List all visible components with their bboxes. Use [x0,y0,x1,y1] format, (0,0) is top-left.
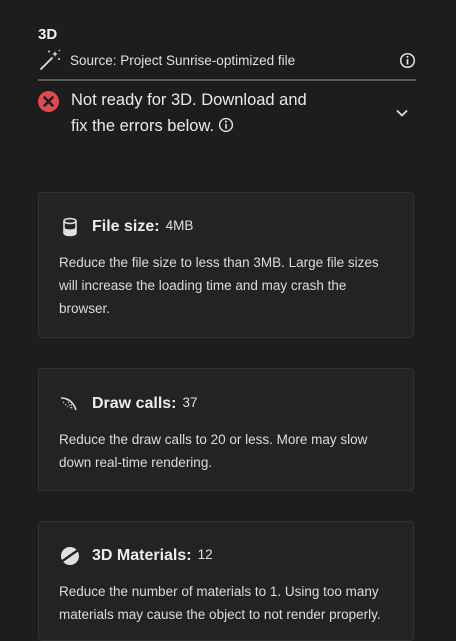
file-size-card: File size: 4MB Reduce the file size to l… [38,192,414,338]
source-label: Source: Project Sunrise-optimized file [70,52,296,68]
materials-card: 3D Materials: 12 Reduce the number of ma… [38,521,414,641]
draw-calls-icon [60,397,77,411]
error-icon [38,91,59,112]
card-value: 12 [197,546,213,562]
status-line-2: fix the errors below. [71,117,215,135]
magic-wand-icon [40,49,61,70]
card-value: 4MB [165,217,194,233]
status-line-1: Not ready for 3D. Download and [71,91,307,109]
chevron-down-icon[interactable] [394,105,410,121]
card-value: 37 [182,394,198,410]
status-message: Not ready for 3D. Download and fix the e… [38,91,416,139]
card-label: 3D Materials: [92,547,192,564]
section-title: 3D [38,26,58,43]
card-description: Reduce the number of materials to 1. Usi… [59,584,381,622]
status-info-icon[interactable] [218,117,234,133]
file-size-icon [63,217,77,237]
draw-calls-card: Draw calls: 37 Reduce the draw calls to … [38,368,414,491]
card-description: Reduce the file size to less than 3MB. L… [59,255,379,316]
card-description: Reduce the draw calls to 20 or less. Mor… [59,432,368,470]
3d-panel: 3D Source: Project Sunrise-optimized fil… [38,26,416,139]
card-header: Draw calls: 37 [59,392,393,416]
card-label: Draw calls: [92,395,177,412]
card-header: File size: 4MB [59,215,393,239]
info-icon[interactable] [399,52,416,69]
status-text: Not ready for 3D. Download and fix the e… [71,87,394,139]
card-header: 3D Materials: 12 [59,544,393,568]
materials-icon [61,547,79,565]
card-label: File size: [92,218,160,235]
source-row: Source: Project Sunrise-optimized file [38,48,416,81]
